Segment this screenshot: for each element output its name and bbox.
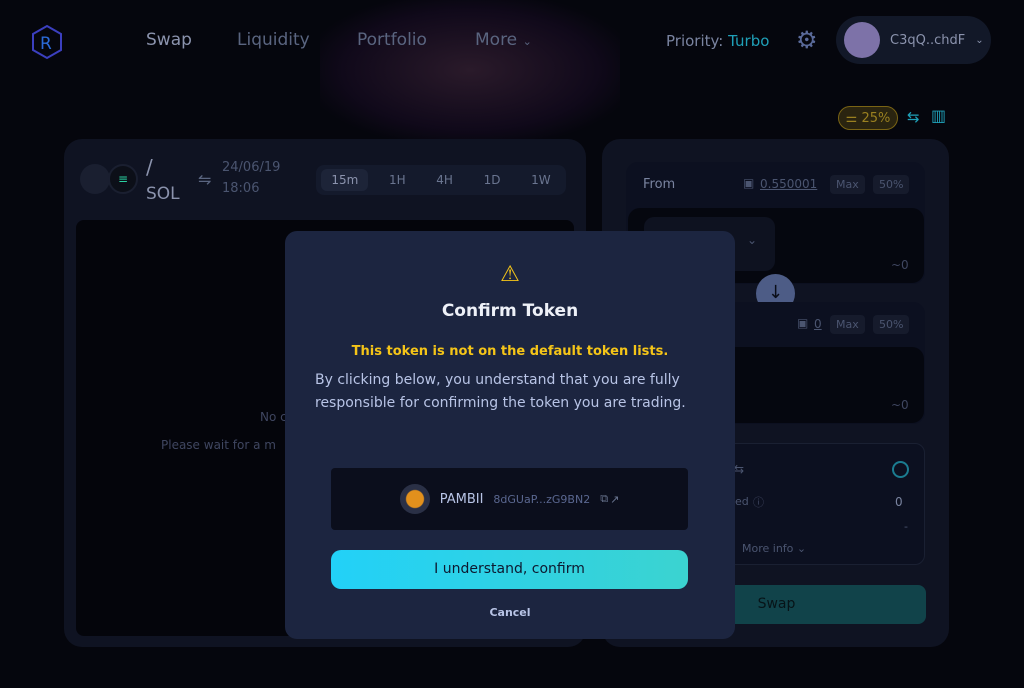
chart-empty-title: No c (260, 410, 287, 424)
chart-date: 24/06/19 (222, 160, 281, 175)
chevron-down-icon: ⌄ (522, 35, 532, 48)
from-half-button[interactable]: 50% (873, 175, 910, 194)
token-icon (80, 164, 110, 194)
chart-icon[interactable]: ▥ (931, 106, 946, 125)
help-icon[interactable]: ⓘ (753, 494, 764, 510)
from-usd-value: ~0 (891, 258, 909, 272)
to-usd-value: ~0 (891, 398, 909, 412)
chart-empty-message: Please wait for a m (161, 438, 276, 452)
info-label: ed (735, 495, 749, 508)
token-address: 8dGUaP...zG9BN2 (493, 492, 591, 506)
priority-selector[interactable]: Priority: Turbo (666, 32, 769, 50)
nav-more-label: More (475, 30, 518, 50)
to-half-button[interactable]: 50% (873, 315, 910, 334)
to-max-button[interactable]: Max (830, 315, 865, 334)
wallet-icon: ▣ (743, 176, 755, 190)
pair-separator: / (146, 155, 153, 179)
refresh-icon[interactable]: ⇆ (907, 108, 920, 126)
slippage-button[interactable]: ⚌ 25% (838, 106, 898, 130)
cancel-button[interactable]: Cancel (285, 606, 735, 619)
copy-icon[interactable]: ⧉ (600, 492, 608, 506)
more-info-label: More info (742, 542, 794, 555)
timeframe-tabs: 15m 1H 4H 1D 1W (316, 165, 566, 195)
info-value: 0 (895, 495, 903, 509)
warning-icon: ⚠ (500, 262, 520, 287)
svg-text:R: R (40, 34, 52, 54)
tab-1d[interactable]: 1D (474, 169, 511, 191)
slippage-value: 25% (861, 110, 891, 126)
background-glow (320, 0, 620, 140)
modal-title: Confirm Token (441, 301, 579, 321)
tab-1h[interactable]: 1H (379, 169, 416, 191)
sol-icon: ≡ (108, 164, 138, 194)
more-info-button[interactable]: More info ⌄ (742, 542, 806, 555)
wallet-address: C3qQ..chdF (890, 32, 966, 48)
price-swap-icon[interactable]: ⇆ (734, 462, 744, 476)
chart-time: 18:06 (222, 181, 260, 196)
confirm-token-modal: ⚠ Confirm Token This token is not on the… (285, 231, 735, 639)
nav-swap[interactable]: Swap (146, 30, 192, 50)
tab-15m[interactable]: 15m (321, 169, 369, 191)
chevron-down-icon: ⌄ (975, 34, 984, 46)
chevron-down-icon: ⌄ (747, 233, 758, 247)
token-symbol: PAMBII (439, 491, 484, 507)
confirm-button[interactable]: I understand, confirm (331, 550, 688, 589)
tab-4h[interactable]: 4H (426, 169, 463, 191)
priority-label: Priority: (666, 32, 724, 50)
nav-portfolio[interactable]: Portfolio (357, 30, 427, 50)
token-avatar (399, 484, 430, 514)
pair-quote: SOL (146, 184, 180, 204)
modal-body: By clicking below, you understand that y… (315, 372, 686, 411)
loading-spinner-icon (892, 461, 909, 478)
tab-1w[interactable]: 1W (521, 169, 561, 191)
priority-value: Turbo (728, 32, 770, 50)
from-balance[interactable]: 0.550001 (760, 177, 817, 191)
avatar (844, 22, 880, 58)
gear-icon[interactable]: ⚙ (796, 26, 818, 54)
wallet-icon: ▣ (797, 316, 809, 330)
raydium-logo[interactable]: R (30, 24, 64, 60)
swap-pair-icon[interactable]: ⇋ (198, 170, 211, 189)
from-label: From (643, 177, 676, 192)
wallet-button[interactable]: C3qQ..chdF ⌄ (836, 16, 991, 64)
to-balance[interactable]: 0 (814, 317, 822, 331)
external-link-icon[interactable]: ↗ (610, 493, 619, 506)
sliders-icon: ⚌ (845, 110, 858, 126)
nav-more[interactable]: More ⌄ (475, 30, 532, 50)
from-max-button[interactable]: Max (830, 175, 865, 194)
info-dash: - (904, 520, 908, 533)
nav-liquidity[interactable]: Liquidity (237, 30, 310, 50)
modal-warning: This token is not on the default token l… (351, 344, 669, 359)
token-card: PAMBII 8dGUaP...zG9BN2 ⧉ ↗ (331, 468, 688, 530)
